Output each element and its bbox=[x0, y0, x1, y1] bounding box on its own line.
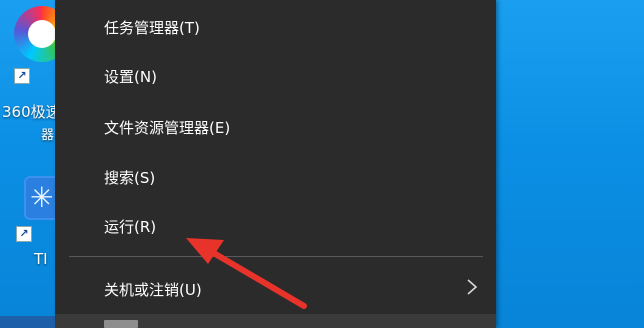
desktop-icon-label-ti: TI bbox=[34, 250, 48, 268]
desktop-icon-label-360: 360极速 bbox=[2, 103, 61, 121]
menu-item-partial[interactable] bbox=[55, 314, 496, 328]
menu-item-label: 设置(N) bbox=[104, 68, 157, 86]
menu-item-shutdown-signout[interactable]: 关机或注销(U) bbox=[55, 265, 496, 311]
menu-item-file-explorer[interactable]: 文件资源管理器(E) bbox=[55, 103, 496, 149]
menu-item-run[interactable]: 运行(R) bbox=[55, 202, 496, 248]
shortcut-arrow-icon: ↗ bbox=[14, 68, 30, 84]
menu-divider bbox=[69, 256, 483, 257]
menu-item-label: 任务管理器(T) bbox=[104, 19, 200, 37]
menu-item-search[interactable]: 搜索(S) bbox=[55, 153, 496, 199]
taskbar-edge bbox=[0, 316, 55, 328]
menu-item-label: 关机或注销(U) bbox=[104, 281, 202, 299]
menu-item-partial-label bbox=[104, 320, 138, 328]
desktop-icon-label-360-line2: 器 bbox=[41, 128, 55, 143]
menu-item-task-manager[interactable]: 任务管理器(T) bbox=[55, 3, 496, 49]
shortcut-arrow-icon-2: ↗ bbox=[16, 226, 32, 242]
menu-item-label: 搜索(S) bbox=[104, 169, 156, 187]
ti-app-icon: ✳ bbox=[30, 181, 54, 214]
menu-item-label: 运行(R) bbox=[104, 218, 157, 236]
chevron-right-icon bbox=[467, 279, 478, 295]
winx-context-menu: 任务管理器(T) 设置(N) 文件资源管理器(E) 搜索(S) 运行(R) 关机… bbox=[55, 0, 496, 328]
menu-item-label: 文件资源管理器(E) bbox=[104, 119, 231, 137]
menu-item-settings[interactable]: 设置(N) bbox=[55, 52, 496, 98]
